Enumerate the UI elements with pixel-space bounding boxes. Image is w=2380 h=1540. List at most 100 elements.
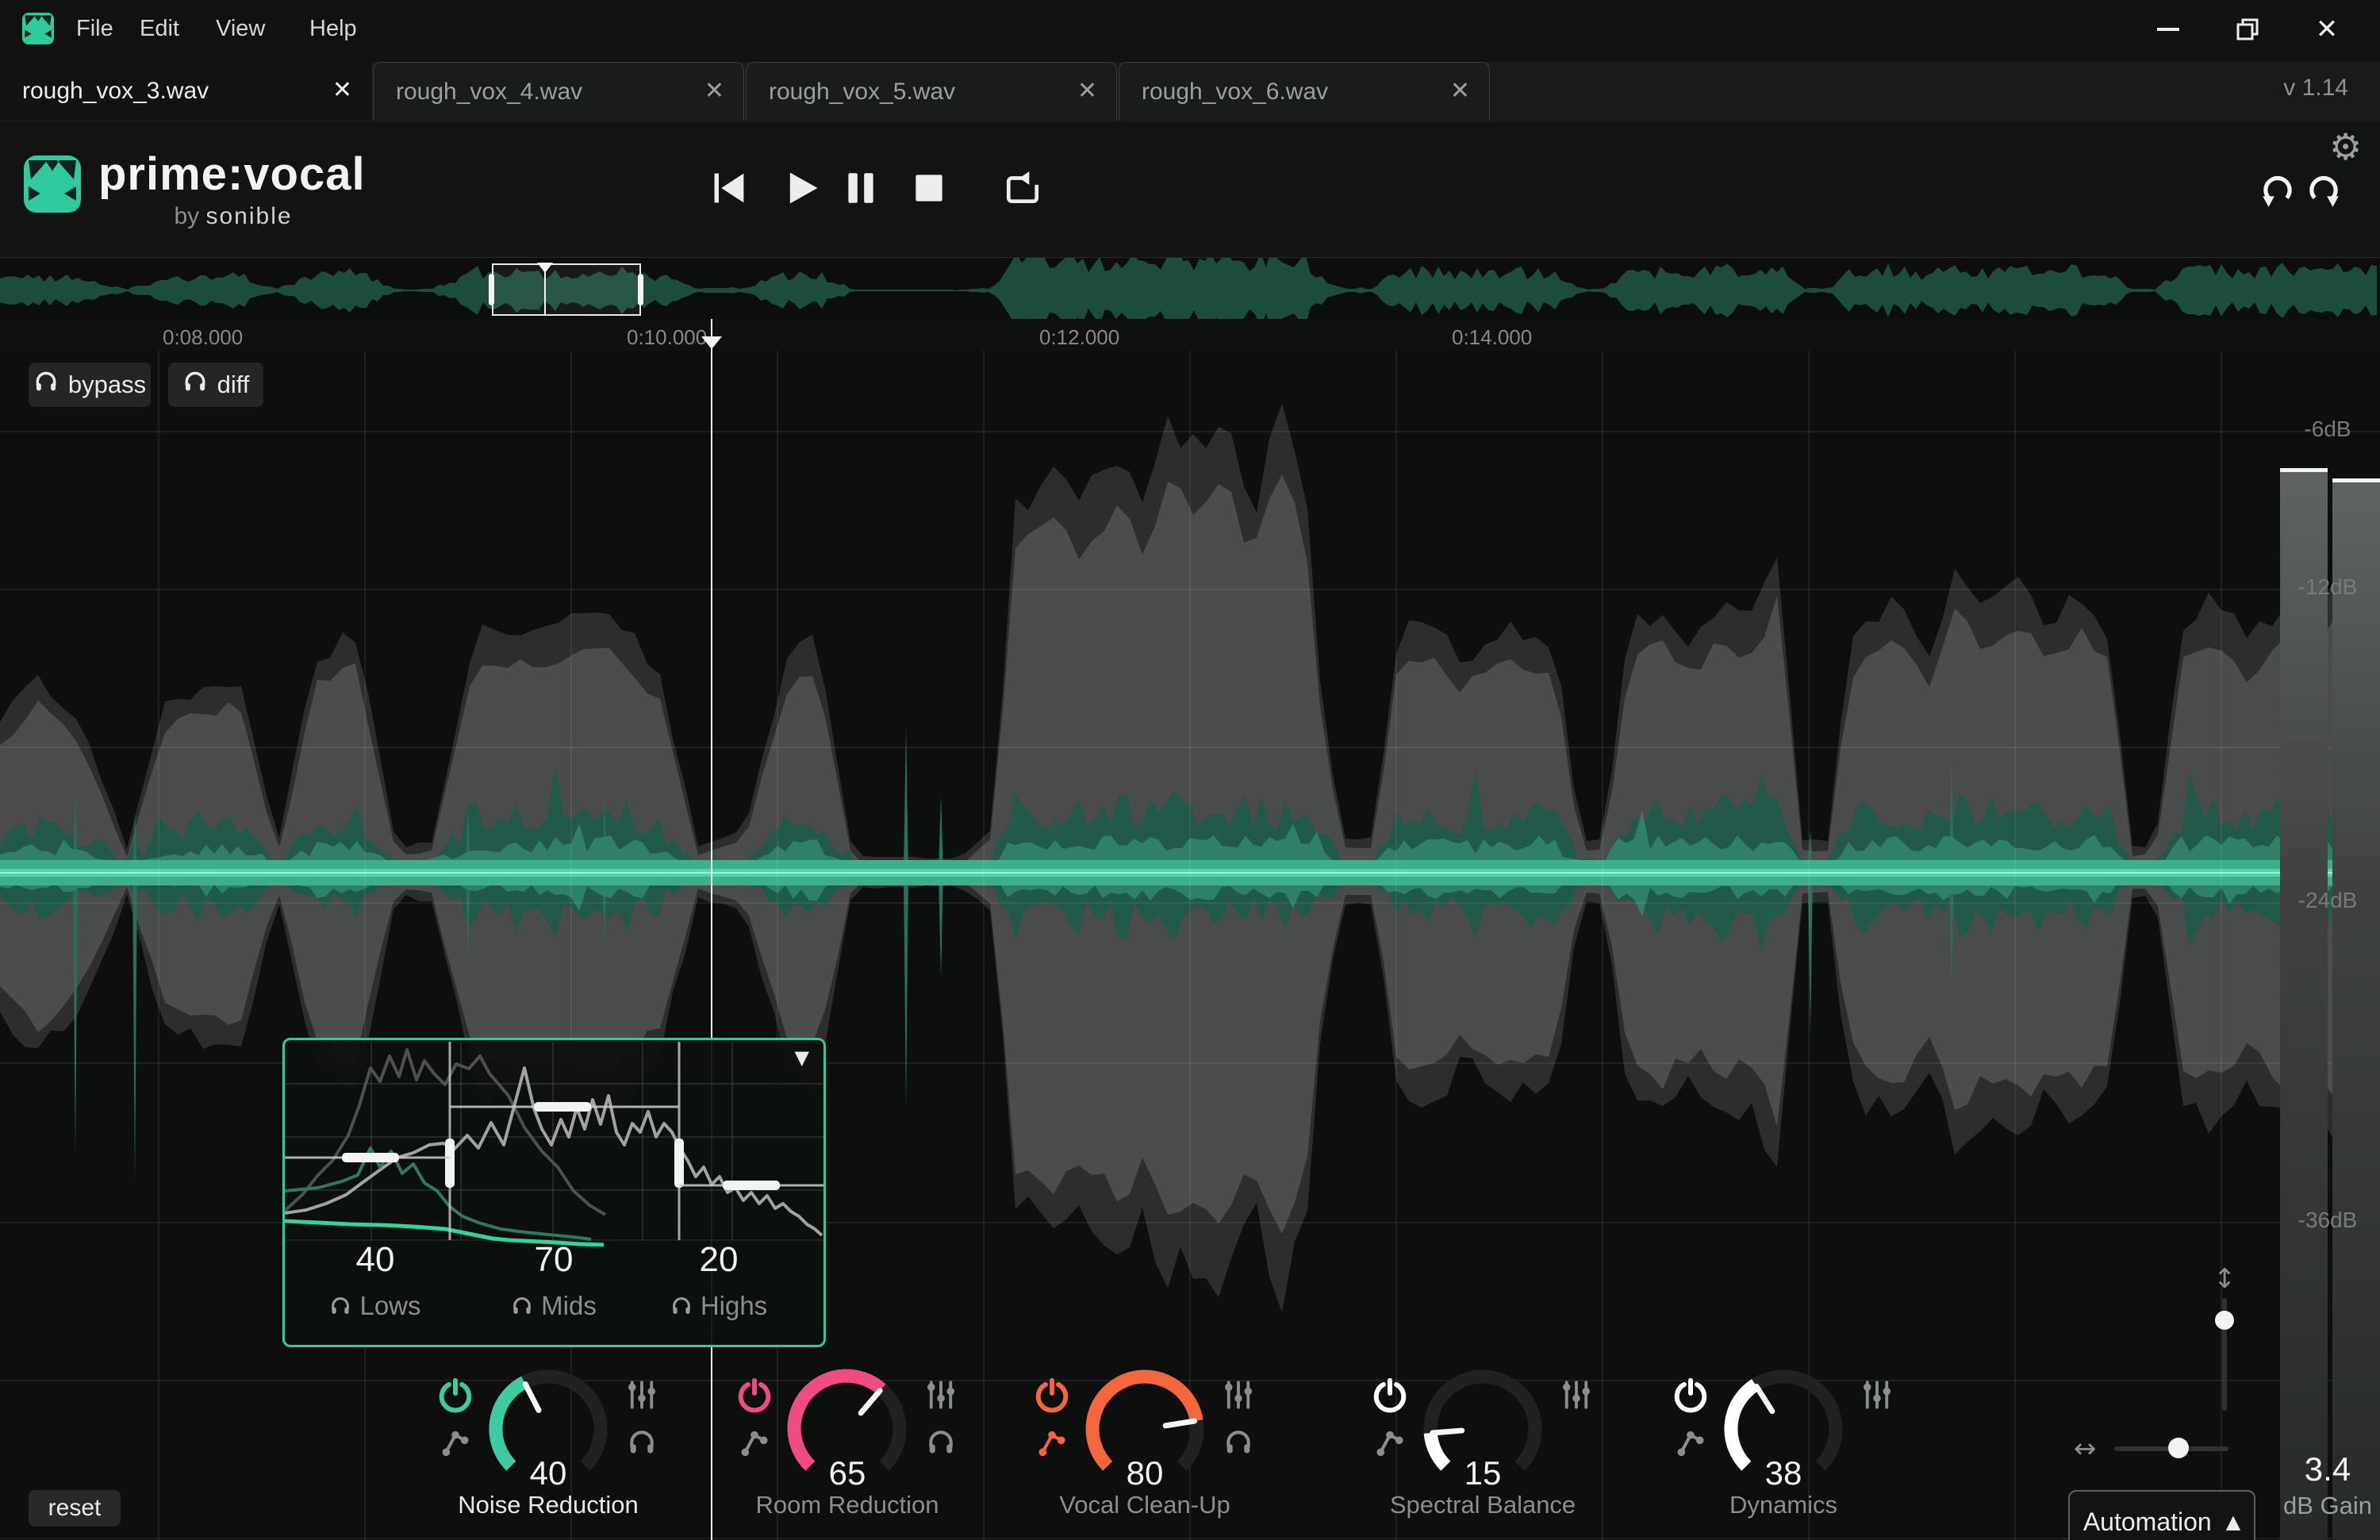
tab-close-icon[interactable]: ✕ bbox=[704, 77, 724, 105]
close-button[interactable]: ✕ bbox=[2291, 0, 2363, 59]
module-headphone-button[interactable] bbox=[627, 1427, 657, 1457]
band-divider-handle[interactable] bbox=[674, 1139, 684, 1188]
db-label: -12dB bbox=[2282, 574, 2374, 600]
skip-to-start-icon bbox=[708, 167, 750, 209]
module-noise-reduction: 40 Noise Reduction bbox=[405, 1361, 691, 1540]
band-value[interactable]: 40 bbox=[316, 1240, 435, 1280]
automation-nodes-icon bbox=[739, 1426, 770, 1457]
collapse-panel-icon[interactable]: ▼ bbox=[795, 1047, 809, 1069]
minimize-button[interactable] bbox=[2132, 0, 2204, 59]
gain-value[interactable]: 3.4 bbox=[2282, 1450, 2374, 1488]
play-button[interactable] bbox=[781, 167, 823, 209]
headphone-icon[interactable] bbox=[329, 1295, 351, 1317]
logo-brand: sonible bbox=[205, 203, 292, 229]
band-value[interactable]: 70 bbox=[494, 1240, 613, 1280]
module-headphone-button[interactable] bbox=[1223, 1427, 1253, 1457]
diff-button[interactable]: diff bbox=[168, 363, 263, 407]
grid-line-horizontal bbox=[0, 902, 2380, 904]
tab-rough_vox_5-wav[interactable]: rough_vox_5.wav✕ bbox=[746, 62, 1117, 121]
logo-title: prime:vocal bbox=[98, 148, 366, 201]
band-value[interactable]: 20 bbox=[659, 1240, 778, 1280]
lows-level-handle[interactable] bbox=[342, 1153, 399, 1162]
module-value: 65 bbox=[704, 1454, 990, 1492]
module-faders-button[interactable] bbox=[625, 1378, 658, 1411]
tab-close-icon[interactable]: ✕ bbox=[332, 76, 352, 104]
pause-button[interactable] bbox=[839, 167, 882, 209]
overview-playhead-line bbox=[544, 264, 546, 316]
undo-button[interactable] bbox=[2256, 168, 2299, 211]
loop-button[interactable] bbox=[1001, 167, 1044, 209]
faders-icon bbox=[1860, 1378, 1894, 1411]
timeline-label: 0:14.000 bbox=[1452, 325, 1532, 350]
mids-level-handle[interactable] bbox=[534, 1102, 591, 1112]
module-automation-nodes-button[interactable] bbox=[440, 1426, 471, 1457]
minimize-icon bbox=[2157, 28, 2179, 31]
headphone-icon[interactable] bbox=[511, 1295, 533, 1317]
stop-button[interactable] bbox=[908, 167, 950, 209]
menu-item-file[interactable]: File bbox=[76, 16, 113, 42]
module-automation-nodes-button[interactable] bbox=[739, 1426, 770, 1457]
tab-rough_vox_4-wav[interactable]: rough_vox_4.wav✕ bbox=[373, 62, 744, 121]
horizontal-zoom-thumb[interactable] bbox=[2168, 1438, 2189, 1458]
waveform-overview[interactable] bbox=[0, 257, 2380, 320]
band-divider-handle[interactable] bbox=[445, 1139, 455, 1188]
vertical-zoom-thumb[interactable] bbox=[2215, 1311, 2234, 1330]
menu-item-help[interactable]: Help bbox=[309, 16, 357, 42]
module-label: Room Reduction bbox=[704, 1491, 990, 1519]
knob-needle bbox=[1433, 1431, 1462, 1433]
reset-button[interactable]: reset bbox=[29, 1490, 121, 1527]
band-mids: 70 Mids bbox=[494, 1240, 613, 1321]
timeline-label: 0:12.000 bbox=[1039, 325, 1119, 350]
menu-item-edit[interactable]: Edit bbox=[140, 16, 179, 42]
settings-gear-icon[interactable]: ⚙ bbox=[2329, 125, 2362, 168]
knob-needle bbox=[1165, 1421, 1195, 1426]
selection-left-handle[interactable] bbox=[489, 274, 494, 305]
module-headphone-button[interactable] bbox=[926, 1427, 956, 1457]
band-label: Mids bbox=[541, 1291, 597, 1321]
module-automation-nodes-button[interactable] bbox=[1675, 1426, 1706, 1457]
timeline-ruler[interactable]: 0:08.0000:10.0000:12.0000:14.000 bbox=[0, 319, 2380, 351]
module-faders-button[interactable] bbox=[1860, 1378, 1894, 1411]
tab-rough_vox_6-wav[interactable]: rough_vox_6.wav✕ bbox=[1119, 62, 1490, 121]
stop-icon bbox=[909, 168, 949, 208]
module-faders-button[interactable] bbox=[1222, 1378, 1255, 1411]
grid-line-vertical bbox=[364, 351, 366, 1540]
module-room-reduction: 65 Room Reduction bbox=[704, 1361, 990, 1540]
app-icon bbox=[22, 13, 54, 44]
play-icon bbox=[781, 167, 823, 209]
playhead-line[interactable] bbox=[711, 319, 712, 1540]
automation-nodes-icon bbox=[1374, 1426, 1406, 1457]
automation-nodes-icon bbox=[1675, 1426, 1706, 1457]
tab-rough_vox_3-wav[interactable]: rough_vox_3.wav✕ bbox=[0, 62, 371, 121]
faders-icon bbox=[625, 1378, 658, 1411]
bypass-button[interactable]: bypass bbox=[29, 363, 151, 407]
spectral-bands-panel: ▼ 40Lows70Mids20Highs bbox=[282, 1038, 826, 1347]
grid-line-horizontal bbox=[0, 431, 2380, 432]
overview-selection-box[interactable] bbox=[492, 263, 641, 316]
bypass-label: bypass bbox=[68, 371, 146, 399]
tab-bar: rough_vox_3.wav✕rough_vox_4.wav✕rough_vo… bbox=[0, 62, 2380, 124]
automation-button[interactable]: Automation ▲ bbox=[2068, 1490, 2255, 1540]
module-value: 40 bbox=[405, 1454, 691, 1492]
highs-level-handle[interactable] bbox=[723, 1181, 780, 1190]
headphone-icon[interactable] bbox=[670, 1295, 693, 1317]
module-spectral-balance: 15 Spectral Balance bbox=[1340, 1361, 1626, 1540]
selection-right-handle[interactable] bbox=[638, 274, 643, 305]
tab-close-icon[interactable]: ✕ bbox=[1450, 77, 1470, 105]
menu-item-view[interactable]: View bbox=[216, 16, 265, 42]
redo-button[interactable] bbox=[2302, 168, 2345, 211]
module-automation-nodes-button[interactable] bbox=[1374, 1426, 1406, 1457]
skip-to-start-button[interactable] bbox=[708, 167, 750, 209]
module-value: 15 bbox=[1340, 1454, 1626, 1492]
module-faders-button[interactable] bbox=[924, 1378, 958, 1411]
module-automation-nodes-button[interactable] bbox=[1036, 1426, 1068, 1457]
faders-icon bbox=[924, 1378, 958, 1411]
db-label: -24dB bbox=[2282, 888, 2374, 913]
faders-icon bbox=[1222, 1378, 1255, 1411]
tab-close-icon[interactable]: ✕ bbox=[1077, 77, 1097, 105]
band-label: Highs bbox=[701, 1291, 767, 1321]
prime-vocal-window: FileEditViewHelp ✕ rough_vox_3.wav✕rough… bbox=[0, 0, 2380, 1540]
restore-button[interactable] bbox=[2212, 0, 2283, 59]
version-label: v 1.14 bbox=[2283, 75, 2348, 102]
module-faders-button[interactable] bbox=[1560, 1378, 1593, 1411]
